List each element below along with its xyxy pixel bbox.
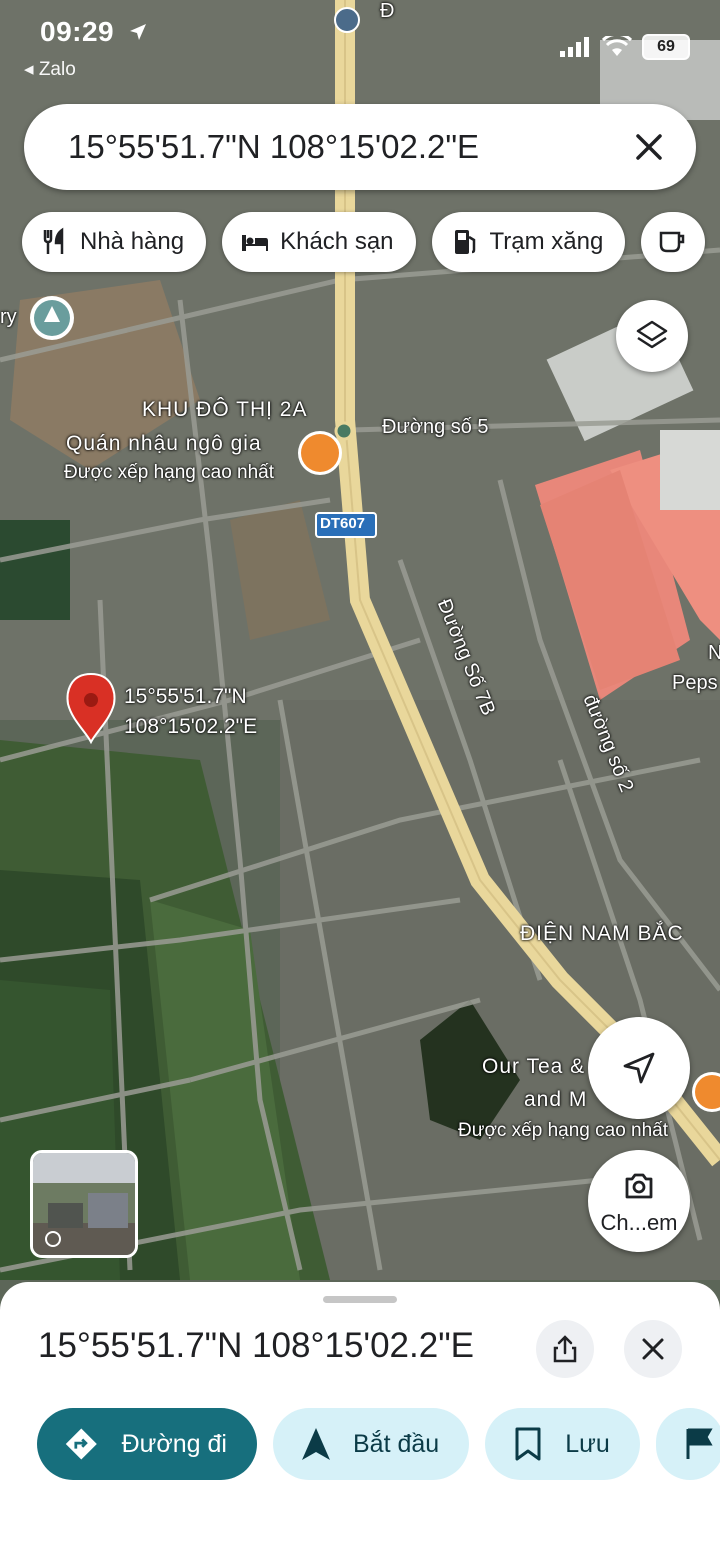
directions-button[interactable]: Đường đi	[37, 1408, 257, 1480]
map-label-road-5: Đường số 5	[382, 416, 489, 438]
gas-station-icon	[454, 230, 475, 254]
directions-label: Đường đi	[121, 1429, 227, 1458]
back-app-name: Zalo	[38, 59, 76, 80]
place-bottom-sheet[interactable]: 15°55'51.7"N 108°15'02.2"E Đường đi Bắt …	[0, 1282, 720, 1559]
chip-label: Trạm xăng	[489, 228, 604, 255]
pin-coordinates-label: 15°55'51.7"N 108°15'02.2"E	[124, 682, 257, 742]
map-label-area: KHU ĐÔ THỊ 2A	[142, 398, 308, 421]
road-badge-dt607: DT607	[320, 515, 366, 532]
flag-icon	[686, 1428, 713, 1459]
location-arrow-icon	[130, 24, 146, 40]
map-layers-button[interactable]	[616, 300, 688, 372]
map-label-cafe-name[interactable]: Our Tea &	[482, 1055, 585, 1079]
directions-icon	[65, 1428, 97, 1460]
close-icon[interactable]	[632, 130, 666, 164]
sheet-drag-handle[interactable]	[323, 1296, 397, 1303]
coffee-icon	[660, 231, 685, 253]
my-location-button[interactable]	[588, 1017, 690, 1119]
restaurant-icon	[43, 227, 64, 254]
search-query[interactable]: 15°55'51.7"N 108°15'02.2"E	[68, 128, 479, 166]
chip-label: Khách sạn	[280, 228, 394, 255]
close-icon	[642, 1338, 664, 1360]
battery-indicator: 69	[642, 34, 690, 60]
label-button[interactable]	[655, 1408, 720, 1480]
search-bar[interactable]: 15°55'51.7"N 108°15'02.2"E	[24, 104, 696, 190]
navigation-arrow-icon	[302, 1428, 330, 1460]
chip-restaurants[interactable]: Nhà hàng	[22, 212, 207, 272]
system-icons: 69	[560, 34, 690, 60]
pin-lng: 108°15'02.2"E	[124, 715, 258, 738]
start-button[interactable]: Bắt đầu	[273, 1408, 470, 1480]
map-label-cafe-name-2[interactable]: and M	[524, 1088, 587, 1112]
action-buttons: Đường đi Bắt đầu Lưu	[37, 1408, 720, 1480]
chip-hotels[interactable]: Khách sạn	[222, 212, 416, 272]
map-label-restaurant-rating: Được xếp hạng cao nhất	[64, 462, 275, 483]
camera-label: Ch...em	[600, 1210, 678, 1235]
pin-lat: 15°55'51.7"N	[124, 685, 247, 708]
chip-cafes[interactable]	[641, 212, 706, 272]
map-label-edge-right: N	[708, 642, 720, 664]
start-label: Bắt đầu	[353, 1429, 440, 1458]
chip-gas-stations[interactable]: Trạm xăng	[431, 212, 626, 272]
bookmark-icon	[515, 1427, 541, 1461]
chip-label: Nhà hàng	[80, 228, 185, 255]
map-label-peps: Peps	[672, 672, 718, 694]
share-icon	[553, 1335, 577, 1363]
back-to-app-link[interactable]: ◂ Zalo	[24, 58, 76, 81]
map-label-restaurant-name[interactable]: Quán nhậu ngô gia	[66, 432, 262, 456]
close-sheet-button[interactable]	[624, 1320, 682, 1378]
map-label-cafe-rating: Được xếp hạng cao nhất	[458, 1120, 669, 1141]
navigation-arrow-icon	[623, 1052, 655, 1084]
map-label-edge: ry	[0, 306, 17, 328]
street-view-image	[33, 1153, 135, 1255]
cellular-signal-icon	[560, 37, 589, 57]
hotel-icon	[242, 235, 269, 251]
status-bar: 09:29 ◂ Zalo 69	[0, 0, 720, 90]
place-title: 15°55'51.7"N 108°15'02.2"E	[38, 1326, 474, 1365]
category-chips: Nhà hàng Khách sạn Trạm xăng	[22, 212, 706, 272]
map-label-dien-nam-bac: ĐIỆN NAM BẮC	[520, 922, 684, 945]
save-label: Lưu	[565, 1429, 610, 1458]
camera-search-button[interactable]: Ch...em	[588, 1150, 690, 1252]
status-time: 09:29	[40, 16, 115, 47]
save-button[interactable]: Lưu	[485, 1408, 640, 1480]
camera-icon	[625, 1173, 653, 1199]
layers-icon	[636, 320, 668, 349]
share-button[interactable]	[536, 1320, 594, 1378]
wifi-icon	[602, 36, 632, 56]
street-view-thumbnail[interactable]	[30, 1150, 138, 1258]
